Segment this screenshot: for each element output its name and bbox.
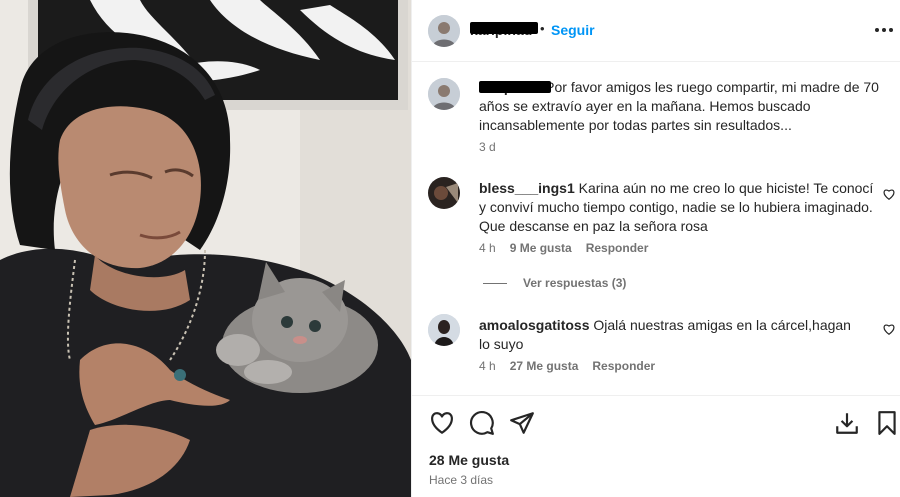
likes-count[interactable]: 28 Me gusta (429, 452, 509, 468)
comment-likes[interactable]: 9 Me gusta (510, 241, 572, 255)
share-icon[interactable] (509, 410, 535, 436)
comment-time[interactable]: 4 h (479, 241, 496, 255)
caption: karipinad Por favor amigos les ruego com… (412, 62, 900, 162)
commenter-avatar[interactable] (428, 177, 460, 209)
comment-time[interactable]: 4 h (479, 359, 496, 373)
like-comment-heart-icon[interactable] (882, 322, 896, 336)
post-date[interactable]: Hace 3 días (429, 473, 493, 487)
comment-text-block: bless___ings1 Karina aún no me creo lo q… (479, 179, 879, 236)
comment: amoalosgatitoss Ojalá nuestras amigas en… (412, 300, 900, 390)
author-username-redaction (470, 22, 538, 34)
comment-username[interactable]: amoalosgatitoss (479, 317, 589, 333)
download-icon[interactable] (834, 410, 860, 436)
comment-text-block: amoalosgatitoss Ojalá nuestras amigas en… (479, 316, 859, 354)
post-header: karipinad • Seguir (412, 0, 900, 62)
caption-meta: 3 d (479, 140, 496, 154)
post-photo[interactable] (0, 0, 411, 497)
comment-meta: 4 h 9 Me gusta Responder (479, 241, 648, 255)
like-comment-heart-icon[interactable] (882, 187, 896, 201)
comment-username[interactable]: bless___ings1 (479, 180, 575, 196)
comment-icon[interactable] (469, 410, 495, 436)
replies-divider-line (483, 282, 507, 284)
comment-likes[interactable]: 27 Me gusta (510, 359, 579, 373)
follow-button[interactable]: Seguir (551, 22, 595, 38)
heart-icon[interactable] (429, 410, 455, 436)
separator-dot: • (540, 21, 545, 36)
bookmark-icon[interactable] (874, 410, 900, 436)
caption-username-redaction (479, 81, 551, 93)
action-bar (412, 395, 900, 447)
more-options-icon[interactable] (872, 20, 896, 40)
caption-avatar[interactable] (428, 78, 460, 110)
caption-time[interactable]: 3 d (479, 140, 496, 154)
view-replies-button[interactable]: Ver respuestas (3) (483, 276, 626, 290)
view-replies-label: Ver respuestas (3) (523, 276, 627, 290)
post-details-panel: karipinad • Seguir karipinad Por favor a… (411, 0, 900, 497)
commenter-avatar[interactable] (428, 314, 460, 346)
photo-woman-with-kitten (0, 0, 411, 497)
reply-button[interactable]: Responder (586, 241, 649, 255)
reply-button[interactable]: Responder (592, 359, 655, 373)
author-avatar[interactable] (428, 15, 460, 47)
comment-meta: 4 h 27 Me gusta Responder (479, 359, 655, 373)
comment: bless___ings1 Karina aún no me creo lo q… (412, 162, 900, 262)
